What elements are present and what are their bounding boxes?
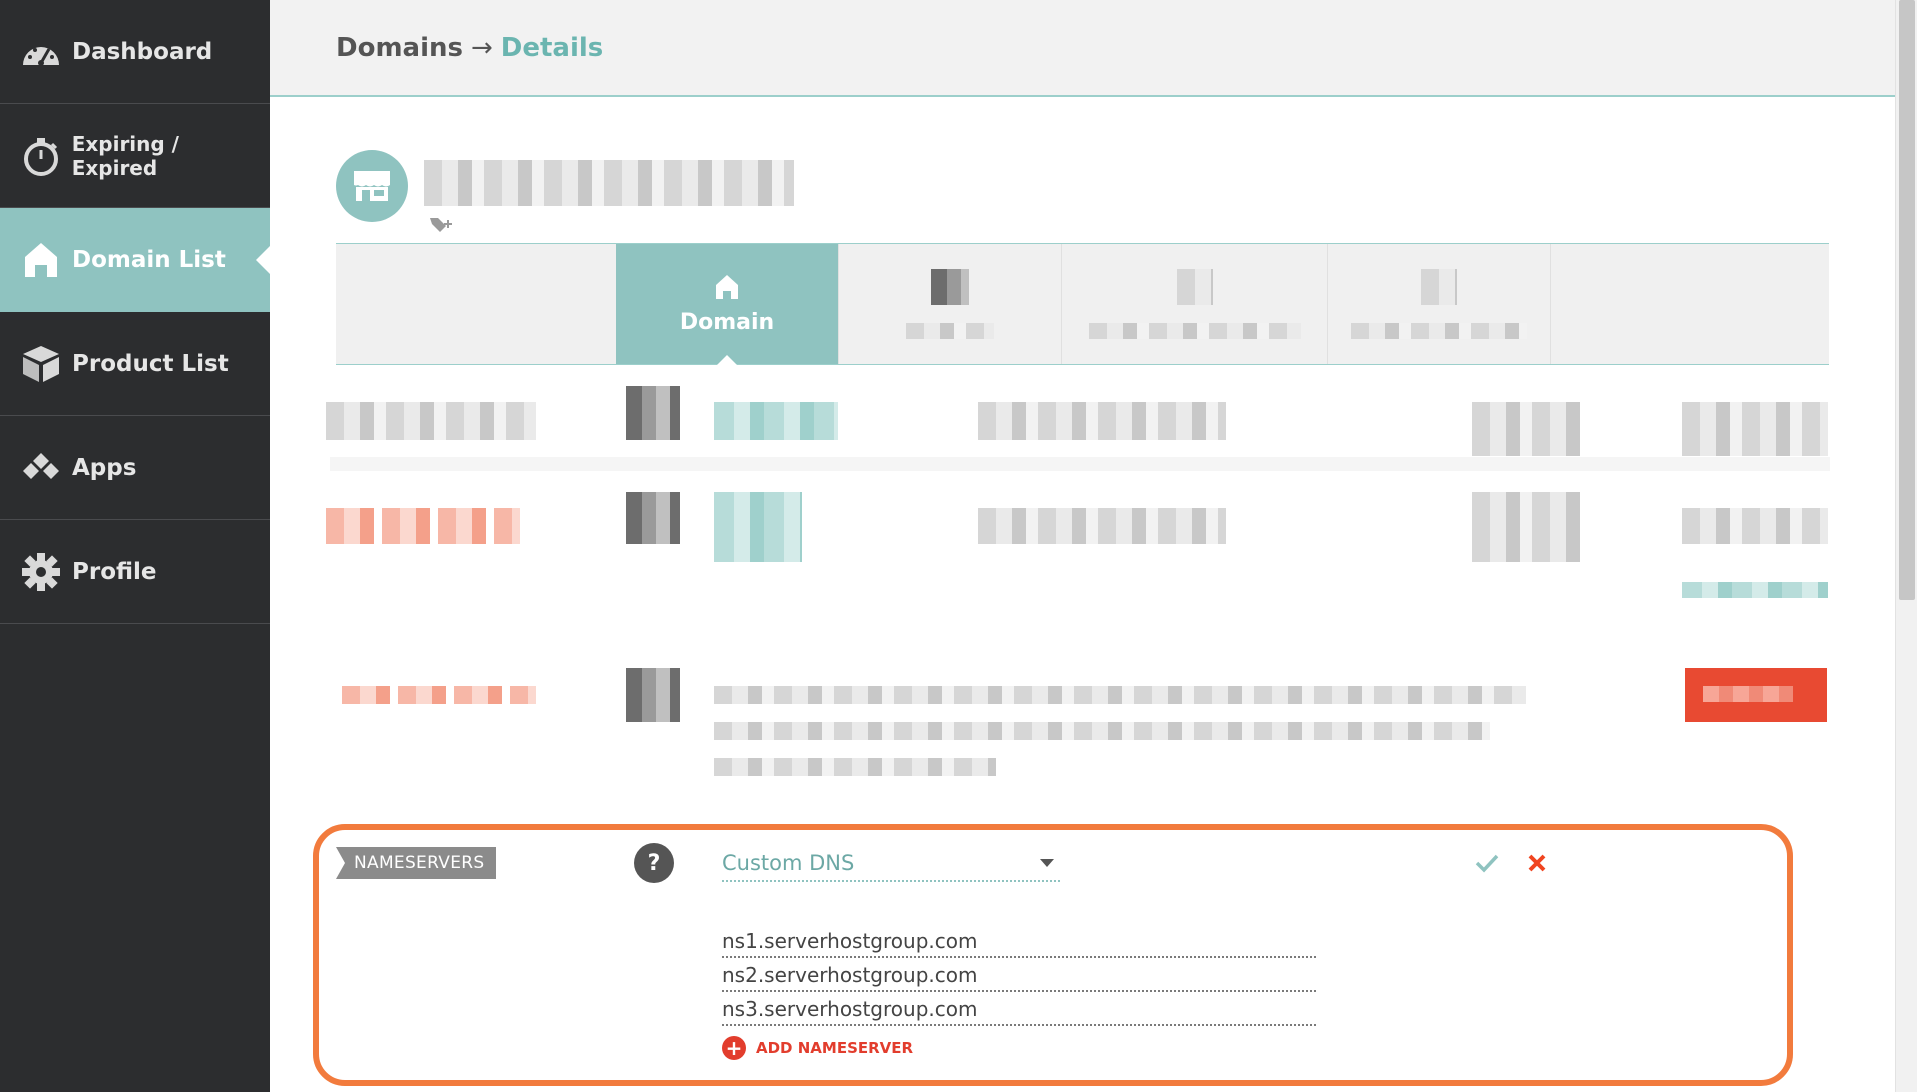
- breadcrumb: Domains → Details: [270, 0, 1895, 97]
- row-value-redacted: [714, 402, 838, 440]
- breadcrumb-current: Details: [500, 32, 604, 63]
- nameserver-1-input[interactable]: [722, 926, 1316, 958]
- apps-diamonds-icon: [20, 447, 62, 489]
- row-description-redacted: [714, 722, 1490, 740]
- nameserver-2-input[interactable]: [722, 960, 1316, 992]
- storefront-icon: [354, 171, 390, 201]
- help-icon[interactable]: ?: [634, 843, 674, 883]
- tab-icon-redacted: [1421, 269, 1457, 305]
- domain-name-redacted: [424, 160, 794, 206]
- row-description-redacted: [714, 686, 1526, 704]
- tab-label-redacted: [1351, 323, 1527, 339]
- row-action-redacted: [1682, 508, 1828, 544]
- dns-mode-select[interactable]: Custom DNS: [722, 846, 1060, 882]
- scrollbar-thumb[interactable]: [1899, 0, 1915, 600]
- tab-label: Domain: [679, 309, 775, 335]
- home-icon: [20, 239, 62, 281]
- row-label-redacted: [326, 508, 520, 544]
- stopwatch-icon: [20, 135, 62, 177]
- tab-domain[interactable]: Domain: [616, 244, 839, 365]
- danger-action-button[interactable]: [1685, 668, 1827, 722]
- page-scrollbar[interactable]: [1895, 0, 1917, 1092]
- tab-icon-redacted: [1176, 269, 1213, 305]
- sidebar-nav: Dashboard Expiring / Expired Domain List…: [0, 0, 270, 1092]
- row-value-redacted: [1472, 492, 1580, 562]
- tab-redacted-2[interactable]: [1062, 244, 1328, 364]
- row-description-redacted: [714, 758, 996, 776]
- add-nameserver-button[interactable]: + ADD NAMESERVER: [722, 1036, 913, 1060]
- cancel-x-button[interactable]: [1520, 848, 1554, 878]
- dashboard-gauge-icon: [20, 31, 62, 73]
- row-value-redacted: [978, 508, 1226, 544]
- row-label-redacted: [342, 686, 536, 704]
- row-value-redacted: [978, 402, 1226, 440]
- row-divider: [330, 457, 1830, 471]
- sidebar-item-label: Product List: [72, 350, 229, 377]
- tab-label-redacted: [906, 323, 994, 339]
- box-icon: [20, 343, 62, 385]
- row-value-redacted: [1472, 402, 1580, 456]
- sidebar-item-profile[interactable]: Profile: [0, 520, 270, 624]
- nameservers-label: NAMESERVERS: [336, 847, 497, 879]
- sidebar-item-expiring[interactable]: Expiring / Expired: [0, 104, 270, 208]
- row-help-icon-redacted: [626, 386, 680, 440]
- home-icon: [716, 274, 738, 299]
- row-label-redacted: [326, 402, 536, 440]
- sidebar-item-label: Apps: [72, 454, 137, 481]
- row-help-icon-redacted: [626, 492, 680, 544]
- tab-redacted-3[interactable]: [1328, 244, 1551, 364]
- nameserver-3-input[interactable]: [722, 994, 1316, 1026]
- tab-redacted-1[interactable]: [839, 244, 1062, 364]
- gear-icon: [20, 551, 62, 593]
- row-value-redacted: [714, 492, 802, 562]
- sidebar-item-dashboard[interactable]: Dashboard: [0, 0, 270, 104]
- sidebar-item-label: Dashboard: [72, 38, 213, 65]
- confirm-checkmark-button[interactable]: [1470, 848, 1504, 878]
- plus-circle-icon: +: [722, 1036, 746, 1060]
- domain-store-avatar: [336, 150, 408, 222]
- row-help-icon-redacted: [626, 668, 680, 722]
- add-tag-icon[interactable]: [428, 214, 456, 238]
- sidebar-item-domain-list[interactable]: Domain List: [0, 208, 270, 312]
- row-action-redacted: [1682, 582, 1828, 598]
- row-action-redacted: [1682, 402, 1828, 456]
- domain-tabs: Domain: [336, 243, 1829, 365]
- caret-down-icon: [1040, 859, 1054, 867]
- tab-icon-redacted: [931, 269, 969, 305]
- sidebar-item-apps[interactable]: Apps: [0, 416, 270, 520]
- sidebar-item-product-list[interactable]: Product List: [0, 312, 270, 416]
- add-nameserver-label: ADD NAMESERVER: [756, 1039, 914, 1057]
- breadcrumb-root-link[interactable]: Domains: [336, 33, 463, 63]
- close-icon: [1528, 854, 1546, 872]
- tab-label-redacted: [1088, 323, 1301, 339]
- breadcrumb-arrow: →: [470, 32, 493, 63]
- dns-mode-value: Custom DNS: [722, 851, 855, 875]
- sidebar-item-label: Expiring / Expired: [71, 131, 179, 180]
- checkmark-icon: [1475, 854, 1499, 873]
- sidebar-item-label: Domain List: [72, 246, 226, 273]
- sidebar-item-label: Profile: [72, 558, 157, 585]
